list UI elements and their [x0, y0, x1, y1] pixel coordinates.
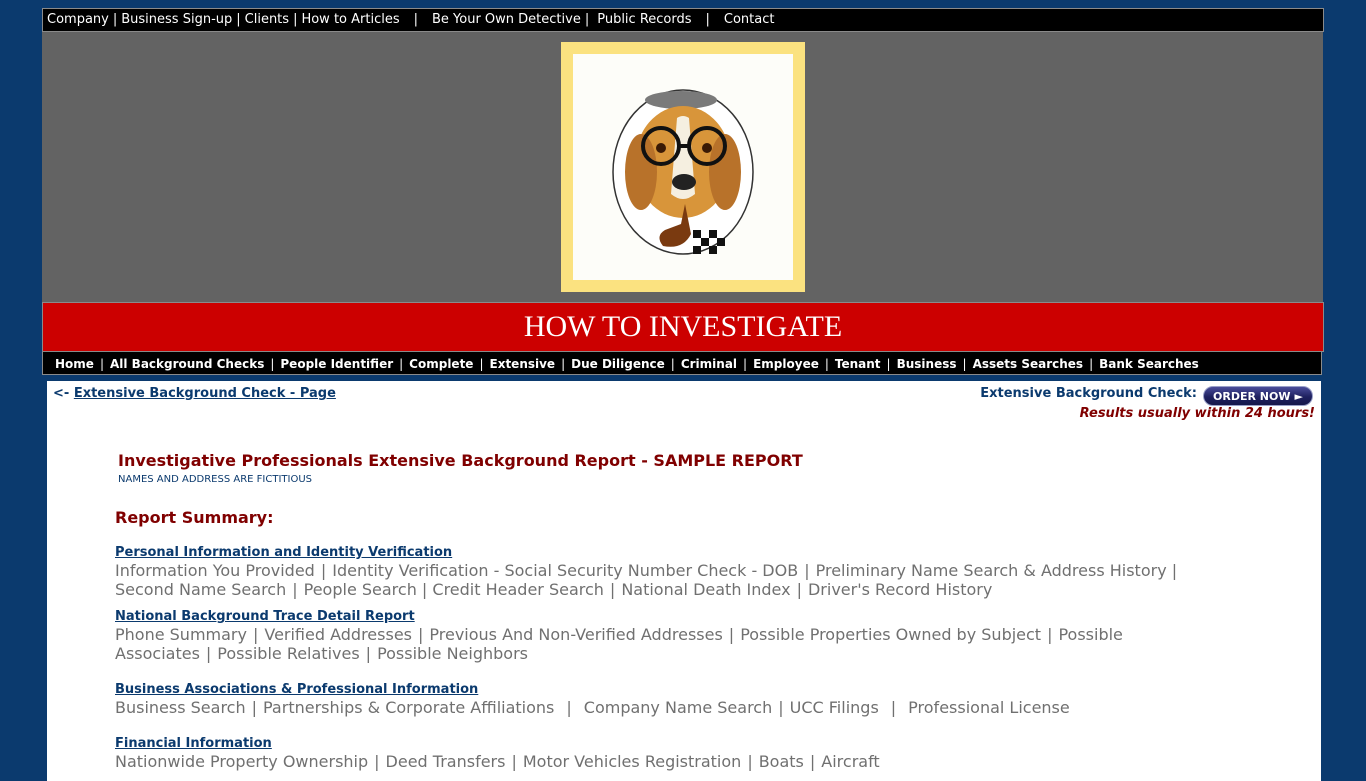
order-now-label: ORDER NOW — [1213, 390, 1291, 403]
detective-dog-logo — [573, 54, 793, 280]
section-items: Business Search | Partnerships & Corporate… — [115, 698, 1070, 717]
nav-tenant[interactable]: Tenant — [835, 357, 881, 371]
list-item: UCC Filings — [789, 698, 879, 717]
list-item: Driver's Record History — [807, 580, 993, 599]
nav-criminal[interactable]: Criminal — [681, 357, 737, 371]
logo-frame — [561, 42, 805, 292]
list-item: Motor Vehicles Registration — [522, 752, 742, 771]
nav-how-to-articles[interactable]: How to Articles — [301, 12, 399, 27]
list-item: Nationwide Property Ownership — [115, 752, 369, 771]
list-item: Possible Relatives — [217, 644, 360, 663]
nav-complete[interactable]: Complete — [409, 357, 473, 371]
list-item: Possible — [1058, 625, 1123, 644]
list-item: Boats — [758, 752, 804, 771]
list-item: Aircraft — [821, 752, 880, 771]
nav-extensive[interactable]: Extensive — [490, 357, 556, 371]
section-personal-info: Personal Information and Identity Verifi… — [115, 545, 1255, 599]
nav-be-your-own-detective[interactable]: Be Your Own Detective — [432, 12, 581, 27]
nav-clients[interactable]: Clients — [245, 12, 289, 27]
back-link[interactable]: Extensive Background Check - Page — [74, 386, 336, 401]
order-now-button[interactable]: ORDER NOW ► — [1203, 386, 1313, 406]
section-nav: Home | All Background Checks | People Identi… — [42, 351, 1322, 375]
order-label: Extensive Background Check: — [980, 386, 1197, 401]
list-item: Information You Provided — [115, 561, 315, 580]
list-item: Phone Summary — [115, 625, 247, 644]
nav-employee[interactable]: Employee — [753, 357, 819, 371]
list-item: Previous And Non-Verified Addresses — [429, 625, 723, 644]
list-item: Company Name Search — [583, 698, 773, 717]
section-heading[interactable]: National Background Trace Detail Report — [115, 609, 1255, 625]
list-item: Second Name Search — [115, 580, 287, 599]
list-item: Partnerships & Corporate Affiliations — [263, 698, 555, 717]
section-business: Business Associations & Professional Inf… — [115, 682, 1255, 717]
list-item: National Death Index — [621, 580, 791, 599]
list-item: Credit Header Search — [432, 580, 604, 599]
nav-all-background-checks[interactable]: All Background Checks — [110, 357, 264, 371]
list-item: Associates — [115, 644, 200, 663]
top-nav: Company | Business Sign-up | Clients | How to … — [42, 8, 1324, 32]
section-financial: Financial Information Nationwide Propert… — [115, 736, 1255, 771]
section-items: Information You Provided | Identity Verifi… — [115, 561, 1178, 599]
list-item: Preliminary Name Search & Address Histor… — [815, 561, 1178, 580]
list-item: Possible Properties Owned by Subject — [740, 625, 1042, 644]
list-item: Identity Verification - Social Security … — [332, 561, 799, 580]
main-content: <- Extensive Background Check - Page Ext… — [47, 381, 1321, 781]
list-item: Possible Neighbors — [377, 644, 528, 663]
nav-bank-searches[interactable]: Bank Searches — [1099, 357, 1199, 371]
site-title: HOW TO INVESTIGATE — [42, 302, 1324, 352]
section-items: Nationwide Property Ownership | Deed Trans… — [115, 752, 880, 771]
nav-assets-searches[interactable]: Assets Searches — [973, 357, 1084, 371]
report-subtitle: NAMES AND ADDRESS ARE FICTITIOUS — [118, 474, 312, 485]
back-link-row: <- Extensive Background Check - Page — [53, 386, 336, 401]
nav-people-identifier[interactable]: People Identifier — [280, 357, 393, 371]
list-item: Professional License — [908, 698, 1070, 717]
nav-business[interactable]: Business — [897, 357, 957, 371]
list-item: Deed Transfers — [385, 752, 506, 771]
nav-company[interactable]: Company — [47, 12, 109, 27]
back-arrow: <- — [53, 386, 70, 401]
nav-public-records[interactable]: Public Records — [597, 12, 691, 27]
nav-contact[interactable]: Contact — [724, 12, 775, 27]
nav-due-diligence[interactable]: Due Diligence — [571, 357, 665, 371]
section-national-trace: National Background Trace Detail Report … — [115, 609, 1255, 663]
report-title: Investigative Professionals Extensive Ba… — [118, 451, 803, 470]
results-note: Results usually within 24 hours! — [1079, 406, 1315, 421]
list-item: Business Search — [115, 698, 246, 717]
summary-title: Report Summary: — [115, 508, 274, 527]
section-heading[interactable]: Financial Information — [115, 736, 1255, 752]
section-heading[interactable]: Business Associations & Professional Inf… — [115, 682, 1255, 698]
list-item: Verified Addresses — [264, 625, 412, 644]
section-heading[interactable]: Personal Information and Identity Verifi… — [115, 545, 1255, 561]
list-item: People Search | — [303, 580, 428, 599]
section-items: Phone Summary | Verified Addresses | Previou… — [115, 625, 1123, 663]
arrow-right-icon: ► — [1294, 390, 1303, 403]
nav-business-signup[interactable]: Business Sign-up — [121, 12, 232, 27]
nav-home[interactable]: Home — [55, 357, 94, 371]
